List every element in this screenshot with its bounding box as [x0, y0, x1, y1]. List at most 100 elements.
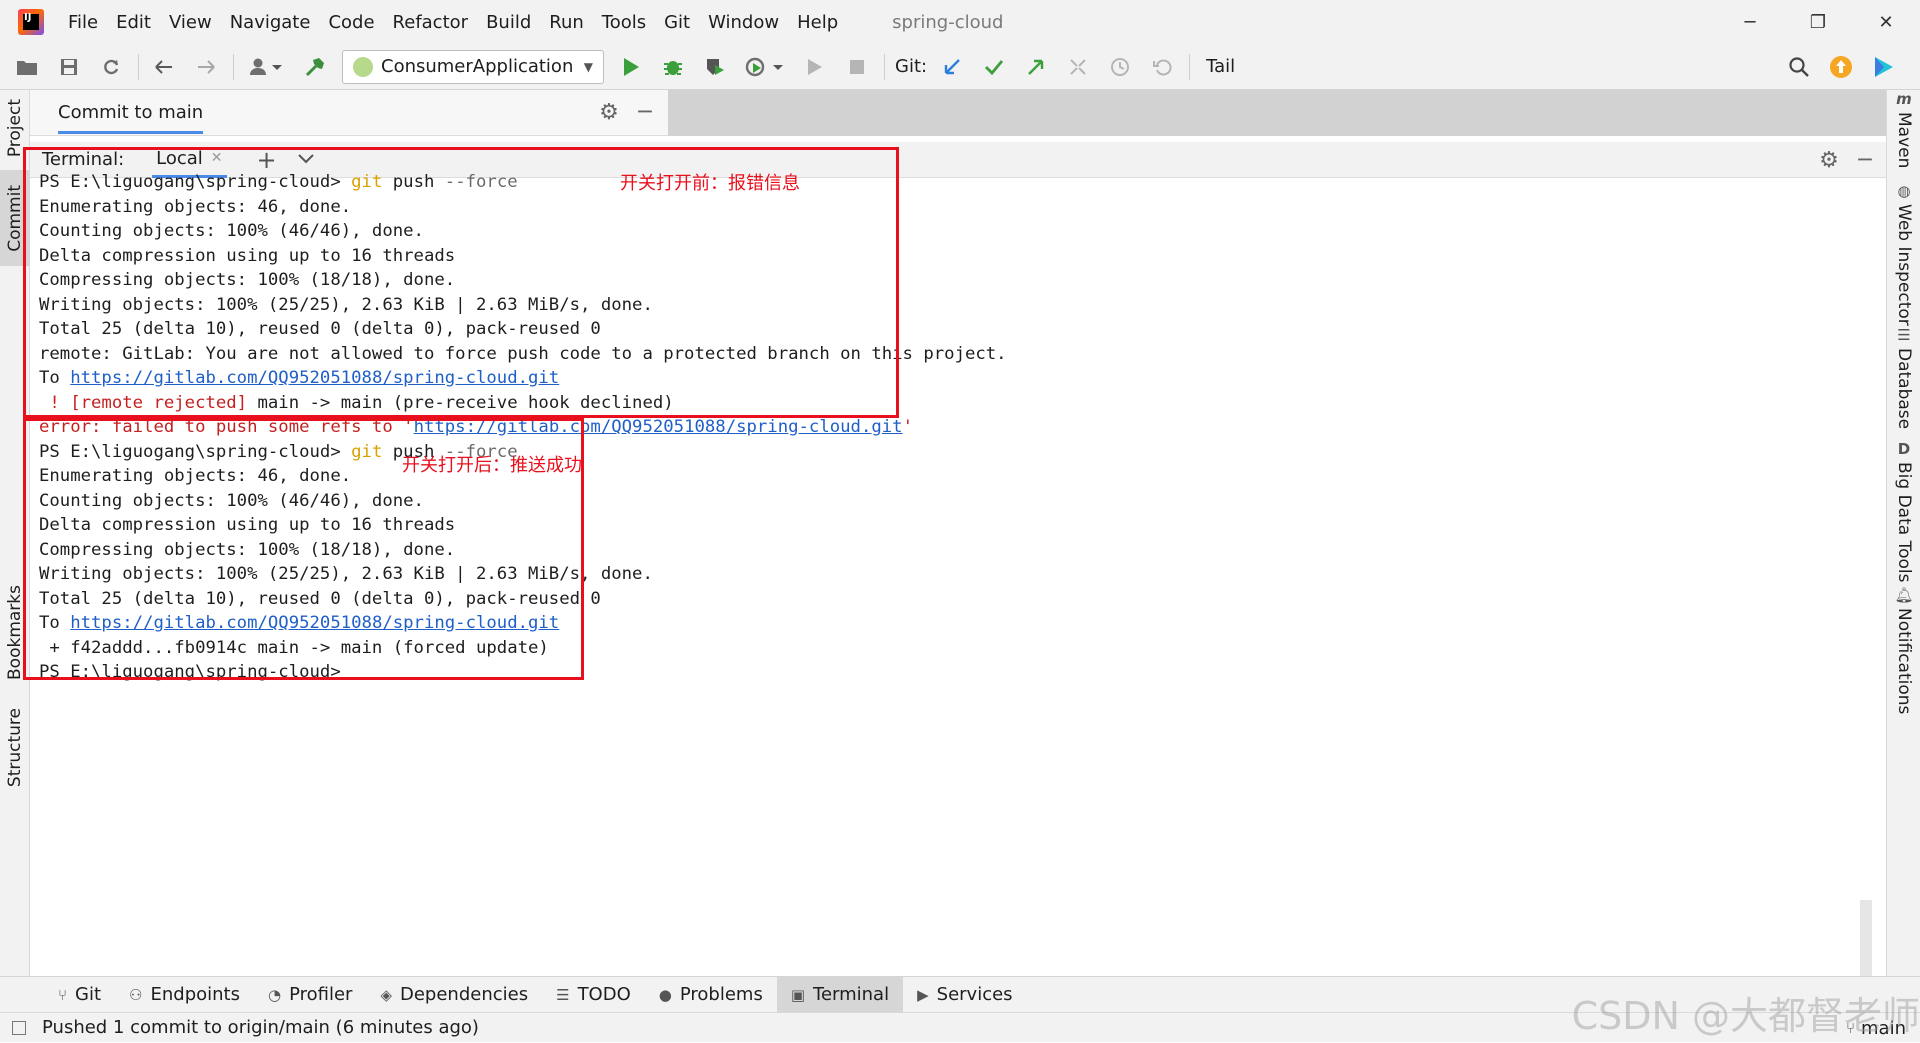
- menu-window[interactable]: Window: [708, 12, 779, 33]
- main-toolbar: ConsumerApplication ▼ Git: Tail: [0, 44, 1920, 90]
- toolbar-separator: [884, 53, 885, 80]
- big-data-tools-tab-label: Big Data Tools: [1894, 462, 1914, 583]
- tool-tab-label: Endpoints: [150, 984, 240, 1005]
- menu-help[interactable]: Help: [797, 12, 838, 33]
- commit-tab-label: Commit: [5, 184, 25, 252]
- database-tab-label: Database: [1894, 348, 1914, 430]
- git-rollback-icon[interactable]: [1147, 52, 1177, 82]
- update-available-icon[interactable]: [1826, 52, 1856, 82]
- menu-git[interactable]: Git: [664, 12, 690, 33]
- terminal-output[interactable]: PS E:\liguogang\spring-cloud> git push -…: [23, 147, 1886, 976]
- tool-tab-todo[interactable]: ☰ TODO: [542, 977, 645, 1013]
- minimize-button[interactable]: ─: [1716, 0, 1784, 44]
- commit-panel-header: Commit to main ⚙ ─: [30, 90, 668, 136]
- toolbar-separator: [233, 53, 234, 80]
- tool-tab-label: Problems: [679, 984, 763, 1005]
- minimize-panel-icon[interactable]: ─: [1850, 148, 1880, 173]
- error-quote: ': [902, 417, 913, 437]
- menu-tools[interactable]: Tools: [602, 12, 646, 33]
- close-button[interactable]: ✕: [1852, 0, 1920, 44]
- git-update-arrow-icon[interactable]: [937, 52, 967, 82]
- tool-tab-problems[interactable]: ● Problems: [645, 977, 777, 1013]
- status-message[interactable]: Pushed 1 commit to origin/main (6 minute…: [42, 1017, 479, 1038]
- tool-tab-label: Profiler: [289, 984, 353, 1005]
- minimize-panel-icon[interactable]: ─: [630, 100, 660, 125]
- annotation-after: 开关打开后：推送成功: [402, 455, 582, 476]
- jetbrains-toolbox-icon[interactable]: [1868, 52, 1898, 82]
- tool-tab-git[interactable]: ⑂ Git: [44, 977, 115, 1013]
- menu-view[interactable]: View: [169, 12, 212, 33]
- endpoints-icon: ⚇: [129, 985, 143, 1004]
- forward-arrow-icon[interactable]: [191, 52, 221, 82]
- title-bar: File Edit View Navigate Code Refactor Bu…: [0, 0, 1920, 44]
- watermark: CSDN @大都督老师: [1571, 994, 1920, 1038]
- git-branch-icon: ⑂: [58, 985, 68, 1004]
- notifications-tab-label: Notifications: [1894, 608, 1914, 715]
- maven-tool-tab[interactable]: m Maven: [1887, 90, 1920, 168]
- toolbar-separator: [1189, 53, 1191, 80]
- tool-tab-dependencies[interactable]: ◈ Dependencies: [366, 977, 542, 1013]
- commit-to-main-tab[interactable]: Commit to main: [58, 92, 204, 134]
- window-title: spring-cloud: [892, 11, 1004, 33]
- toolbar-separator: [138, 53, 139, 80]
- tail-button[interactable]: Tail: [1206, 56, 1235, 77]
- menu-refactor[interactable]: Refactor: [393, 12, 469, 33]
- attach-run-icon[interactable]: [800, 52, 830, 82]
- web-inspector-tool-tab[interactable]: ◍ Web Inspector: [1887, 182, 1920, 326]
- git-push-arrow-icon[interactable]: [1021, 52, 1051, 82]
- layout-toggle-icon[interactable]: [12, 1020, 26, 1035]
- git-merge-icon[interactable]: [1063, 52, 1093, 82]
- maven-icon: m: [1896, 90, 1912, 108]
- debug-bug-icon[interactable]: [658, 52, 688, 82]
- gear-icon[interactable]: ⚙: [1814, 148, 1844, 173]
- git-label: Git:: [895, 56, 928, 77]
- editor-empty-area: [668, 90, 1886, 136]
- profile-dropdown-icon[interactable]: [742, 52, 788, 82]
- restore-button[interactable]: ❐: [1784, 0, 1852, 44]
- todo-list-icon: ☰: [556, 985, 570, 1004]
- bell-icon: 🔔︎: [1894, 586, 1914, 604]
- tool-tab-profiler[interactable]: ◔ Profiler: [254, 977, 366, 1013]
- globe-icon: ◍: [1897, 182, 1911, 200]
- big-data-tools-tool-tab[interactable]: D Big Data Tools: [1887, 440, 1920, 582]
- run-config-selector[interactable]: ConsumerApplication ▼: [342, 49, 604, 84]
- run-icon[interactable]: [616, 52, 646, 82]
- right-tool-stripe: m Maven ◍ Web Inspector ☰ Database D Big…: [1886, 90, 1920, 976]
- sync-icon[interactable]: [96, 52, 126, 82]
- menu-run[interactable]: Run: [549, 12, 584, 33]
- menu-code[interactable]: Code: [328, 12, 374, 33]
- menu-file[interactable]: File: [68, 12, 98, 33]
- services-icon: ▶: [917, 985, 929, 1004]
- notifications-tool-tab[interactable]: 🔔︎ Notifications: [1887, 586, 1920, 714]
- tool-tab-label: Git: [75, 984, 102, 1005]
- user-dropdown-icon[interactable]: [244, 52, 288, 82]
- database-tool-tab[interactable]: ☰ Database: [1887, 326, 1920, 429]
- web-inspector-tab-label: Web Inspector: [1894, 204, 1914, 326]
- chevron-down-icon: ▼: [583, 59, 593, 74]
- gear-icon[interactable]: ⚙: [594, 100, 624, 125]
- save-all-icon[interactable]: [54, 52, 84, 82]
- coverage-shield-icon[interactable]: [700, 52, 730, 82]
- spring-leaf-icon: [353, 56, 373, 77]
- menu-navigate[interactable]: Navigate: [230, 12, 311, 33]
- terminal-scrollbar[interactable]: [1860, 900, 1872, 976]
- annotation-before: 开关打开前：报错信息: [620, 173, 800, 194]
- open-folder-icon[interactable]: [12, 52, 42, 82]
- back-arrow-icon[interactable]: [149, 52, 179, 82]
- structure-tool-tab[interactable]: Structure: [0, 696, 30, 800]
- tool-tab-label: Services: [936, 984, 1013, 1005]
- git-commit-check-icon[interactable]: [979, 52, 1009, 82]
- bookmarks-tab-label: Bookmarks: [5, 584, 25, 680]
- tool-tab-label: TODO: [577, 984, 631, 1005]
- terminal-icon: ▣: [790, 985, 806, 1004]
- menu-edit[interactable]: Edit: [116, 12, 151, 33]
- menu-build[interactable]: Build: [486, 12, 531, 33]
- stop-icon[interactable]: [842, 52, 872, 82]
- git-history-clock-icon[interactable]: [1105, 52, 1135, 82]
- profiler-icon: ◔: [267, 985, 282, 1004]
- search-icon[interactable]: [1784, 52, 1814, 82]
- tool-tab-services[interactable]: ▶ Services: [903, 977, 1026, 1013]
- tool-tab-endpoints[interactable]: ⚇ Endpoints: [115, 977, 254, 1013]
- tool-tab-terminal[interactable]: ▣ Terminal: [776, 976, 904, 1013]
- build-hammer-icon[interactable]: [300, 52, 330, 82]
